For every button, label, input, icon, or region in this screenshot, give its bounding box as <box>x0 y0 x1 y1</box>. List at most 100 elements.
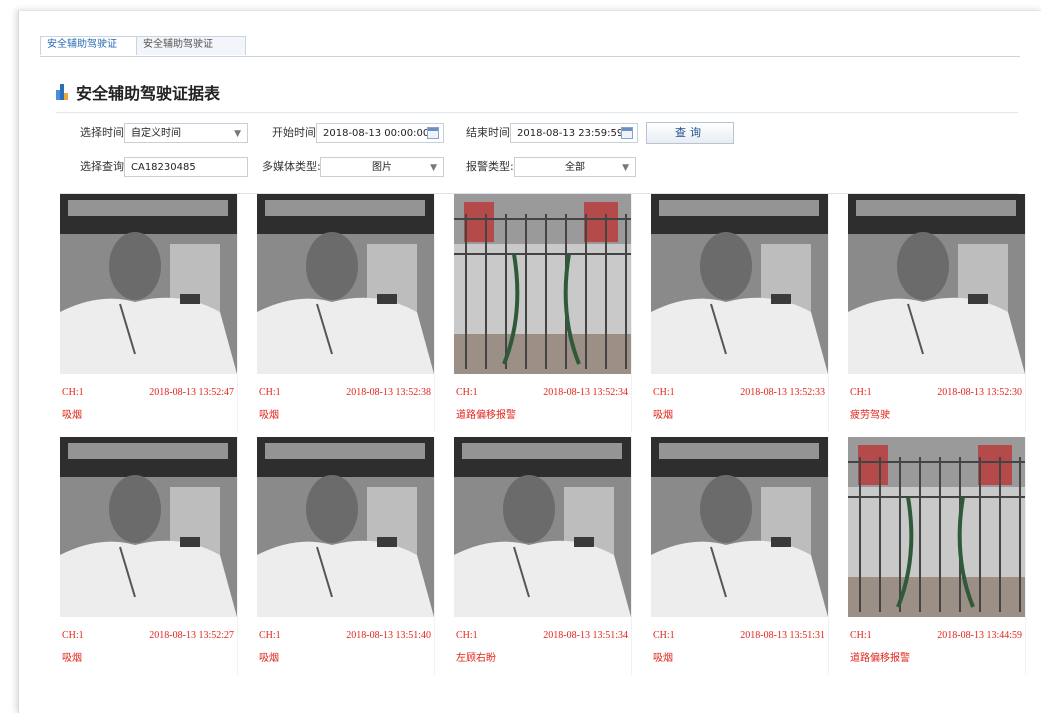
driver-snapshot <box>651 437 828 617</box>
evidence-card[interactable]: CH:1 2018-08-13 13:52:38 吸烟 <box>257 194 435 432</box>
select-time-value: 自定义时间 <box>131 128 181 139</box>
evidence-meta: CH:1 2018-08-13 13:52:34 <box>456 387 628 398</box>
channel-label: CH:1 <box>653 387 675 398</box>
event-type: 左顾右盼 <box>456 653 496 664</box>
evidence-photo[interactable] <box>454 194 631 374</box>
road-snapshot <box>848 437 1025 617</box>
page-title: 安全辅助驾驶证据表 <box>76 84 221 103</box>
media-type-dropdown[interactable]: 图片 ▼ <box>320 157 444 177</box>
channel-label: CH:1 <box>653 630 675 641</box>
road-snapshot <box>454 194 631 374</box>
evidence-meta: CH:1 2018-08-13 13:51:40 <box>259 630 431 641</box>
channel-label: CH:1 <box>456 630 478 641</box>
tab-label: 安全辅助驾驶证 <box>143 39 213 50</box>
timestamp: 2018-08-13 13:52:47 <box>149 387 234 398</box>
channel-label: CH:1 <box>456 387 478 398</box>
evidence-card[interactable]: CH:1 2018-08-13 13:52:33 吸烟 <box>651 194 829 432</box>
driver-snapshot <box>651 194 828 374</box>
channel-label: CH:1 <box>259 630 281 641</box>
end-time-label: 结束时间: <box>466 126 514 139</box>
media-type-value: 图片 <box>372 162 392 173</box>
driver-snapshot <box>60 437 237 617</box>
channel-label: CH:1 <box>259 387 281 398</box>
timestamp: 2018-08-13 13:51:40 <box>346 630 431 641</box>
select-query-label: 选择查询: <box>80 160 128 173</box>
evidence-photo[interactable] <box>651 194 828 374</box>
event-type: 吸烟 <box>653 653 673 664</box>
select-time-label: 选择时间: <box>80 126 128 139</box>
evidence-meta: CH:1 2018-08-13 13:51:31 <box>653 630 825 641</box>
bar-chart-icon <box>56 84 68 100</box>
driver-snapshot <box>257 194 434 374</box>
evidence-photo[interactable] <box>454 437 631 617</box>
timestamp: 2018-08-13 13:51:31 <box>740 630 825 641</box>
event-type: 吸烟 <box>62 410 82 421</box>
tab-evidence-2[interactable]: 安全辅助驾驶证 <box>136 36 246 55</box>
tab-label: 安全辅助驾驶证 <box>47 39 117 50</box>
channel-label: CH:1 <box>62 387 84 398</box>
evidence-photo[interactable] <box>257 437 434 617</box>
end-time-input[interactable]: 2018-08-13 23:59:59 <box>510 123 638 143</box>
alarm-type-label: 报警类型: <box>466 160 514 173</box>
evidence-grid: CH:1 2018-08-13 13:52:47 吸烟 CH:1 2018-08-13 … <box>60 193 1026 675</box>
evidence-card[interactable]: CH:1 2018-08-13 13:52:47 吸烟 <box>60 194 238 432</box>
timestamp: 2018-08-13 13:44:59 <box>937 630 1022 641</box>
timestamp: 2018-08-13 13:52:33 <box>740 387 825 398</box>
evidence-card[interactable]: CH:1 2018-08-13 13:44:59 道路偏移报警 <box>848 437 1026 675</box>
divider <box>56 112 1018 113</box>
timestamp: 2018-08-13 13:52:27 <box>149 630 234 641</box>
evidence-card[interactable]: CH:1 2018-08-13 13:51:40 吸烟 <box>257 437 435 675</box>
event-type: 吸烟 <box>259 410 279 421</box>
tab-evidence[interactable]: 安全辅助驾驶证 <box>40 36 144 55</box>
evidence-photo[interactable] <box>848 194 1025 374</box>
media-type-label: 多媒体类型: <box>262 160 321 173</box>
calendar-icon[interactable] <box>621 127 633 139</box>
start-time-value: 2018-08-13 00:00:00 <box>323 128 430 139</box>
event-type: 吸烟 <box>259 653 279 664</box>
alarm-type-value: 全部 <box>565 162 585 173</box>
evidence-card[interactable]: CH:1 2018-08-13 13:52:27 吸烟 <box>60 437 238 675</box>
select-time-dropdown[interactable]: 自定义时间 ▼ <box>124 123 248 143</box>
channel-label: CH:1 <box>850 630 872 641</box>
chevron-down-icon: ▼ <box>234 129 241 139</box>
page-header: 安全辅助驾驶证据表 <box>56 80 220 104</box>
event-type: 吸烟 <box>653 410 673 421</box>
driver-snapshot <box>257 437 434 617</box>
evidence-photo[interactable] <box>60 437 237 617</box>
evidence-meta: CH:1 2018-08-13 13:52:33 <box>653 387 825 398</box>
channel-label: CH:1 <box>62 630 84 641</box>
driver-snapshot <box>848 194 1025 374</box>
evidence-photo[interactable] <box>651 437 828 617</box>
calendar-icon[interactable] <box>427 127 439 139</box>
end-time-value: 2018-08-13 23:59:59 <box>517 128 624 139</box>
alarm-type-dropdown[interactable]: 全部 ▼ <box>514 157 636 177</box>
vehicle-query-input[interactable]: CA18230485 <box>124 157 248 177</box>
timestamp: 2018-08-13 13:52:30 <box>937 387 1022 398</box>
evidence-photo[interactable] <box>257 194 434 374</box>
evidence-meta: CH:1 2018-08-13 13:52:27 <box>62 630 234 641</box>
chevron-down-icon: ▼ <box>430 163 437 173</box>
driver-snapshot <box>60 194 237 374</box>
evidence-meta: CH:1 2018-08-13 13:52:47 <box>62 387 234 398</box>
timestamp: 2018-08-13 13:51:34 <box>543 630 628 641</box>
timestamp: 2018-08-13 13:52:34 <box>543 387 628 398</box>
evidence-photo[interactable] <box>60 194 237 374</box>
evidence-card[interactable]: CH:1 2018-08-13 13:51:34 左顾右盼 <box>454 437 632 675</box>
chevron-down-icon: ▼ <box>622 163 629 173</box>
tab-bar: 安全辅助驾驶证 安全辅助驾驶证 <box>40 36 1020 57</box>
evidence-meta: CH:1 2018-08-13 13:52:38 <box>259 387 431 398</box>
event-type: 道路偏移报警 <box>456 410 516 421</box>
evidence-card[interactable]: CH:1 2018-08-13 13:51:31 吸烟 <box>651 437 829 675</box>
timestamp: 2018-08-13 13:52:38 <box>346 387 431 398</box>
channel-label: CH:1 <box>850 387 872 398</box>
start-time-label: 开始时间: <box>272 126 320 139</box>
evidence-card[interactable]: CH:1 2018-08-13 13:52:30 疲劳驾驶 <box>848 194 1026 432</box>
driver-snapshot <box>454 437 631 617</box>
evidence-photo[interactable] <box>848 437 1025 617</box>
event-type: 道路偏移报警 <box>850 653 910 664</box>
query-button[interactable]: 查询 <box>646 122 734 144</box>
evidence-meta: CH:1 2018-08-13 13:44:59 <box>850 630 1022 641</box>
evidence-meta: CH:1 2018-08-13 13:52:30 <box>850 387 1022 398</box>
start-time-input[interactable]: 2018-08-13 00:00:00 <box>316 123 444 143</box>
evidence-card[interactable]: CH:1 2018-08-13 13:52:34 道路偏移报警 <box>454 194 632 432</box>
